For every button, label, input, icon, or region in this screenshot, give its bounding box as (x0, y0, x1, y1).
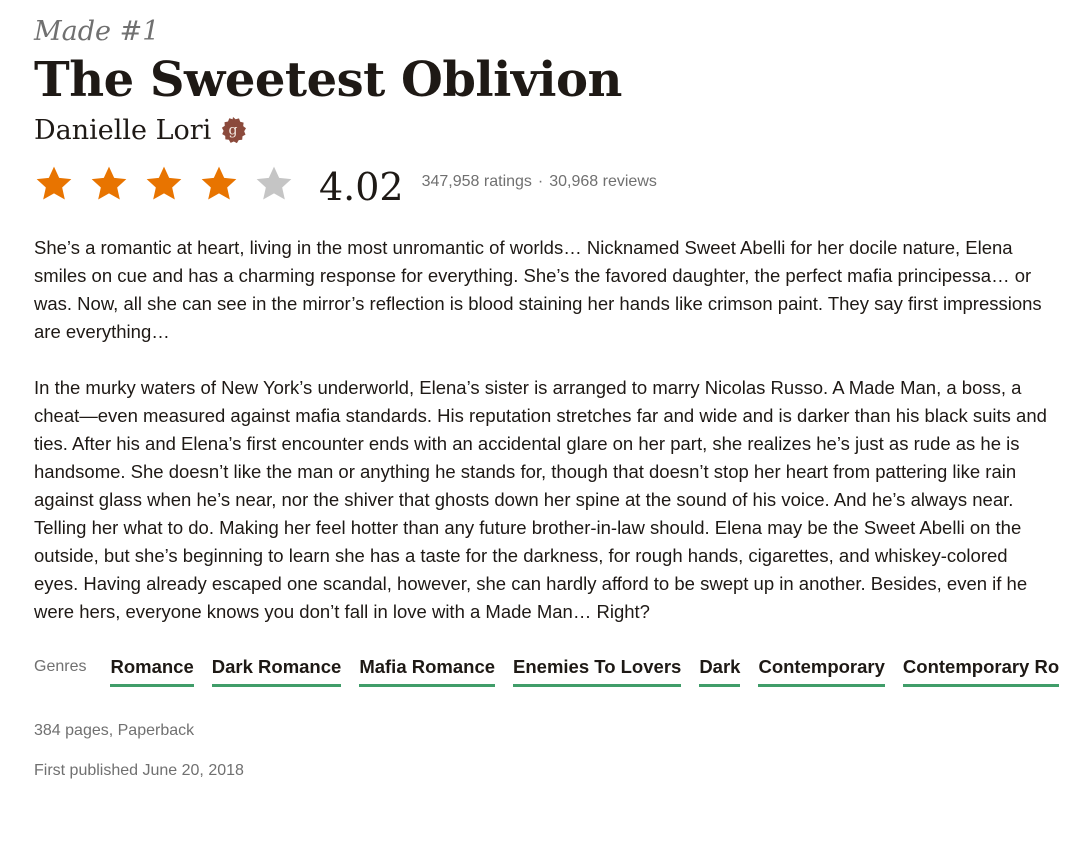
genres-label: Genres (34, 658, 87, 675)
book-details: 384 pages, Paperback First published Jun… (34, 720, 1080, 782)
star-filled-icon (199, 164, 239, 204)
star-filled-icon (34, 164, 74, 204)
genres-list: Genres Romance Dark Romance Mafia Romanc… (34, 654, 1080, 688)
author-row: Danielle Lori g (34, 112, 1080, 148)
genre-link-enemies-to-lovers[interactable]: Enemies To Lovers (513, 654, 682, 687)
genre-link-contemporary[interactable]: Contemporary (758, 654, 885, 687)
pages-format: 384 pages, Paperback (34, 722, 195, 739)
description-paragraph: She’s a romantic at heart, living in the… (34, 237, 1042, 342)
genre-link-dark-romance[interactable]: Dark Romance (211, 654, 342, 687)
ratings-count-link[interactable]: 347,958 ratings (422, 173, 532, 191)
genre-link-romance[interactable]: Romance (110, 654, 194, 687)
star-filled-icon (144, 164, 184, 204)
rating-stats: 347,958 ratings · 30,968 reviews (422, 173, 657, 191)
book-details-page: Made #1 The Sweetest Oblivion Danielle L… (34, 14, 1080, 782)
author-link[interactable]: Danielle Lori (34, 115, 211, 146)
svg-text:g: g (229, 123, 238, 139)
rating-row: 4.02 347,958 ratings · 30,968 reviews (34, 160, 1080, 209)
description-paragraph: In the murky waters of New York’s underw… (34, 377, 1047, 622)
reviews-count-link[interactable]: 30,968 reviews (549, 173, 657, 191)
series-link[interactable]: Made #1 (34, 14, 1080, 50)
average-rating: 4.02 (319, 165, 404, 209)
genre-link-mafia-romance[interactable]: Mafia Romance (359, 654, 496, 687)
star-filled-icon (89, 164, 129, 204)
publication-info: First published June 20, 2018 (34, 762, 244, 779)
book-description: She’s a romantic at heart, living in the… (34, 234, 1054, 626)
goodreads-author-icon: g (219, 116, 247, 144)
genre-link-dark[interactable]: Dark (699, 654, 741, 687)
genre-link-contemporary-romance[interactable]: Contemporary Ro (902, 654, 1060, 687)
star-empty-icon (254, 164, 294, 204)
separator-dot: · (537, 173, 544, 190)
book-title: The Sweetest Oblivion (34, 52, 622, 108)
star-rating (34, 164, 309, 204)
